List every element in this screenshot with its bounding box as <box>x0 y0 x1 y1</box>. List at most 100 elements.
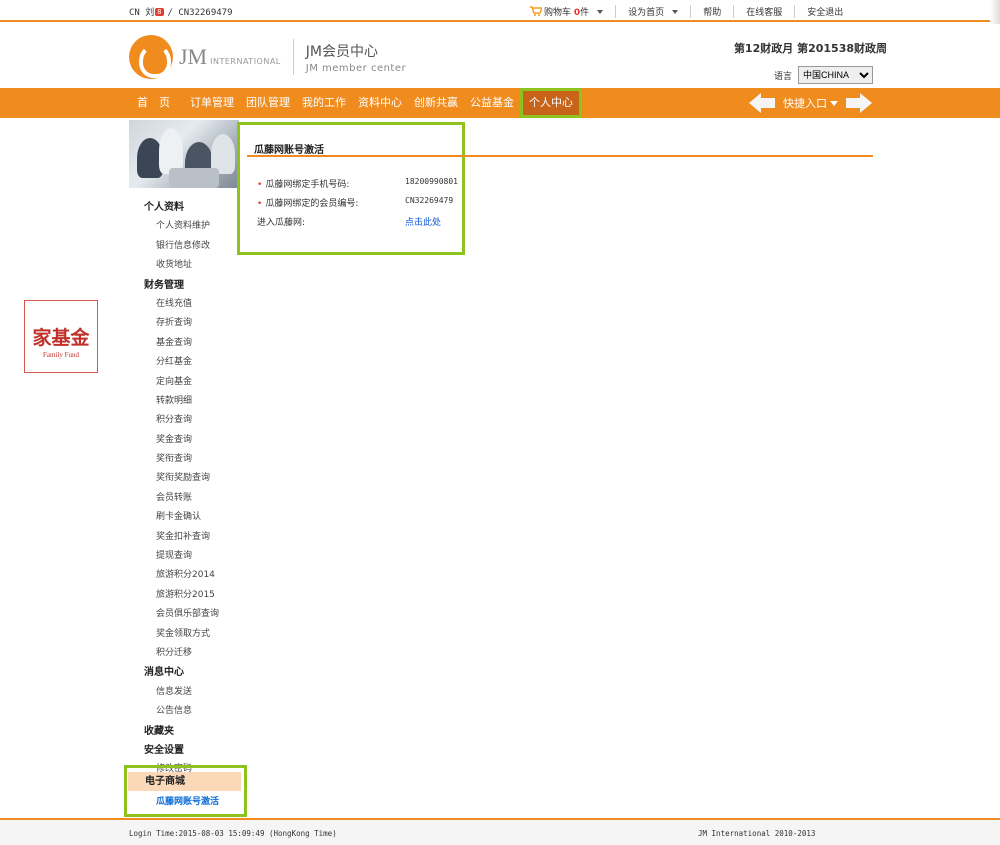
enter-link[interactable]: 点击此处 <box>405 215 441 228</box>
nav-item-work[interactable]: 我的工作 <box>296 88 352 118</box>
top-bar: CN 刘 8/ CN32269479 购物车 0件 设为首页 帮助 在线客服 安全… <box>0 0 1000 24</box>
mall-highlight: 电子商城 瓜藤网账号激活 <box>124 765 247 817</box>
nav-item-materials[interactable]: 资料中心 <box>352 88 408 118</box>
nav-item-charity[interactable]: 公益基金 <box>464 88 520 118</box>
header: JM INTERNATIONAL JM会员中心 JM member center… <box>0 24 1000 88</box>
nav-item-innovation[interactable]: 创新共赢 <box>408 88 464 118</box>
sidebar-item-rank[interactable]: 奖衔查询 <box>129 450 244 469</box>
help-link[interactable]: 帮助 <box>691 5 735 18</box>
logo[interactable]: JM INTERNATIONAL JM会员中心 JM member center <box>129 35 406 79</box>
copyright: JM International 2010-2013 <box>698 829 816 838</box>
sidebar-section-mall[interactable]: 电子商城 <box>128 772 241 791</box>
family-fund-banner[interactable]: 家基金 Family Fund <box>24 300 98 373</box>
footer: Login Time:2015-08-03 15:09:49 (HongKong… <box>0 818 1000 845</box>
user-name: 刘 <box>145 8 155 18</box>
edge-shadow <box>990 0 1000 24</box>
member-center-title: JM会员中心 JM member center <box>306 41 406 74</box>
quick-entry-label: 快捷入口 <box>783 97 827 110</box>
phone-label: 瓜藤网绑定手机号码: <box>265 180 350 190</box>
fiscal-period: 第12财政月 第201538财政周 <box>733 42 887 55</box>
jm-logo-icon <box>129 35 173 79</box>
member-center-cn: JM会员中心 <box>305 43 378 60</box>
main-nav: 首 页 订单管理 团队管理 我的工作 资料中心 创新共赢 公益基金 个人中心 快… <box>0 88 1000 118</box>
sidebar-photo <box>129 120 239 188</box>
phone-row: • 瓜藤网绑定手机号码: 18200990801 <box>257 177 458 190</box>
sidebar-item-travel-2014[interactable]: 旅游积分2014 <box>129 566 244 585</box>
sidebar-section-security[interactable]: 安全设置 <box>129 741 244 760</box>
sidebar-item-address[interactable]: 收货地址 <box>129 256 244 275</box>
set-home-label: 设为首页 <box>628 8 665 18</box>
required-mark: • <box>257 199 263 209</box>
sidebar-item-bonus-deduction[interactable]: 奖金扣补查询 <box>129 528 244 547</box>
sidebar-item-fund[interactable]: 基金查询 <box>129 334 244 353</box>
member-value: CN32269479 <box>405 196 454 205</box>
nav-items: 首 页 订单管理 团队管理 我的工作 资料中心 创新共赢 公益基金 个人中心 <box>129 88 582 118</box>
sidebar-section-messages[interactable]: 消息中心 <box>129 663 244 682</box>
phone-value: 18200990801 <box>405 177 458 186</box>
member-row: • 瓜藤网绑定的会员编号: CN32269479 <box>257 196 453 209</box>
set-home-link[interactable]: 设为首页 <box>616 5 692 18</box>
sidebar-item-points-migrate[interactable]: 积分迁移 <box>129 644 244 663</box>
sidebar-item-transfer-detail[interactable]: 转款明细 <box>129 392 244 411</box>
top-links: 购物车 0件 设为首页 帮助 在线客服 安全退出 <box>518 5 855 18</box>
arrow-right-icon[interactable] <box>846 93 872 113</box>
chevron-down-icon[interactable] <box>597 10 604 14</box>
family-fund-title: 家基金 <box>32 328 90 349</box>
online-service-link[interactable]: 在线客服 <box>734 5 796 18</box>
logo-divider <box>292 39 294 75</box>
logo-intl-text: INTERNATIONAL <box>210 56 281 66</box>
sidebar-item-passbook[interactable]: 存折查询 <box>129 314 244 333</box>
message-badge[interactable]: 8 <box>155 8 164 16</box>
country-code: CN <box>129 8 140 18</box>
sidebar-item-club[interactable]: 会员俱乐部查询 <box>129 605 244 624</box>
sidebar-item-announcements[interactable]: 公告信息 <box>129 702 244 721</box>
sidebar-item-recharge[interactable]: 在线充值 <box>129 295 244 314</box>
cart-icon <box>530 6 542 16</box>
sidebar-item-bonus[interactable]: 奖金查询 <box>129 431 244 450</box>
sidebar-item-travel-2015[interactable]: 旅游积分2015 <box>129 586 244 605</box>
title-divider <box>247 155 873 157</box>
page-title: 瓜藤网账号激活 <box>254 145 324 156</box>
chevron-down-icon[interactable] <box>672 10 679 14</box>
nav-item-orders[interactable]: 订单管理 <box>184 88 240 118</box>
sidebar-item-card-confirm[interactable]: 刷卡金确认 <box>129 508 244 527</box>
sidebar-item-bank-info[interactable]: 银行信息修改 <box>129 237 244 256</box>
sidebar-section-profile[interactable]: 个人资料 <box>129 198 244 217</box>
language-label: 语言 <box>773 71 792 82</box>
sidebar-item-send-message[interactable]: 信息发送 <box>129 683 244 702</box>
sidebar-item-points[interactable]: 积分查询 <box>129 411 244 430</box>
cart-link[interactable]: 购物车 0件 <box>518 5 617 18</box>
sidebar-item-guateng-activate[interactable]: 瓜藤网账号激活 <box>127 793 244 812</box>
user-info: CN 刘 8/ CN32269479 <box>129 5 233 18</box>
logout-link[interactable]: 安全退出 <box>795 5 855 18</box>
sidebar-item-withdraw[interactable]: 提现查询 <box>129 547 244 566</box>
enter-label: 进入瓜藤网: <box>257 218 306 228</box>
sidebar-item-directed-fund[interactable]: 定向基金 <box>129 373 244 392</box>
sidebar-menu: 个人资料 个人资料维护 银行信息修改 收货地址 财务管理 在线充值 存折查询 基… <box>129 198 244 780</box>
chevron-down-icon <box>830 100 838 106</box>
sidebar-section-favorites[interactable]: 收藏夹 <box>129 722 244 741</box>
nav-item-home[interactable]: 首 页 <box>129 88 178 118</box>
arrow-left-icon[interactable] <box>749 93 775 113</box>
sidebar-item-member-transfer[interactable]: 会员转账 <box>129 489 244 508</box>
cart-unit: 件 <box>580 8 590 18</box>
language-selector: 语言 中国CHINA <box>774 66 873 84</box>
nav-item-team[interactable]: 团队管理 <box>240 88 296 118</box>
member-id: / CN32269479 <box>167 8 233 18</box>
enter-row: 进入瓜藤网: 点击此处 <box>257 215 441 228</box>
quick-entry: 快捷入口 <box>749 93 872 113</box>
sidebar-section-finance[interactable]: 财务管理 <box>129 276 244 295</box>
quick-entry-button[interactable]: 快捷入口 <box>783 95 838 111</box>
sidebar: 个人资料 个人资料维护 银行信息修改 收货地址 财务管理 在线充值 存折查询 基… <box>124 120 247 817</box>
logo-jm-text: JM <box>179 44 208 69</box>
login-time: Login Time:2015-08-03 15:09:49 (HongKong… <box>129 829 337 838</box>
sidebar-item-profile-edit[interactable]: 个人资料维护 <box>129 217 244 236</box>
sidebar-item-dividend-fund[interactable]: 分红基金 <box>129 353 244 372</box>
family-fund-subtitle: Family Fund <box>43 351 79 359</box>
cart-label: 购物车 <box>544 8 572 18</box>
sidebar-item-rank-reward[interactable]: 奖衔奖励查询 <box>129 469 244 488</box>
member-label: 瓜藤网绑定的会员编号: <box>265 199 359 209</box>
language-select[interactable]: 中国CHINA <box>798 66 873 84</box>
sidebar-item-bonus-method[interactable]: 奖金领取方式 <box>129 625 244 644</box>
nav-item-personal[interactable]: 个人中心 <box>520 88 582 118</box>
